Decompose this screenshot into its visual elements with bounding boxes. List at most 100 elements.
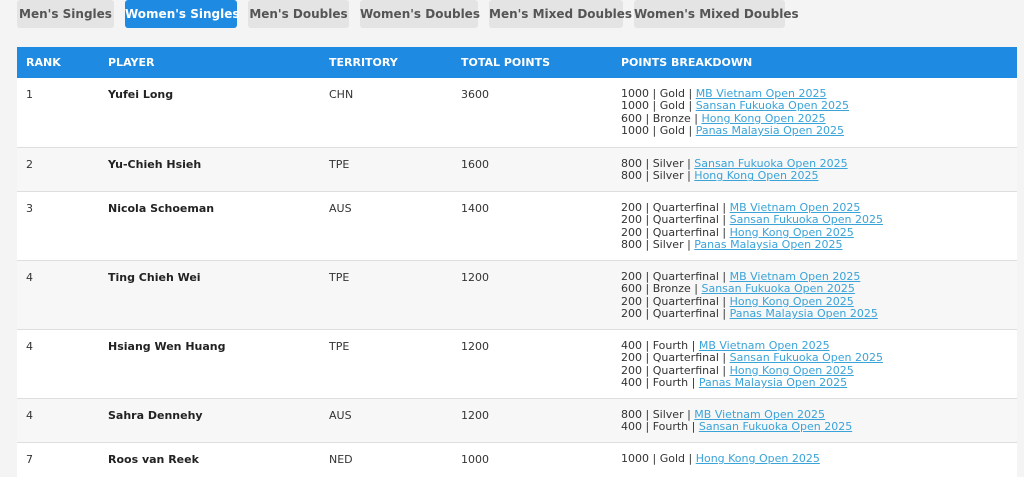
breakdown-result: 200 | Quarterfinal |	[621, 270, 730, 283]
territory-cell: AUS	[329, 202, 352, 215]
points-breakdown-cell: 1000 | Gold | MB Vietnam Open 2025 1000 |…	[621, 87, 849, 137]
tournament-link[interactable]: MB Vietnam Open 2025	[730, 201, 861, 214]
breakdown-result: 600 | Bronze |	[621, 282, 702, 296]
rank-cell: 7	[26, 453, 33, 466]
breakdown-result: 800 | Silver |	[621, 169, 695, 183]
breakdown-result: 1000 | Gold |	[621, 452, 696, 465]
breakdown-result: 200 | Quarterfinal |	[621, 213, 730, 227]
table-header: RANK PLAYER TERRITORY TOTAL POINTS POINT…	[17, 47, 1017, 78]
breakdown-result: 200 | Quarterfinal |	[621, 306, 730, 320]
total-points-cell: 1200	[461, 409, 489, 422]
table-row: 1 Yufei Long CHN 3600 1000 | Gold | MB Vietn…	[17, 78, 1017, 148]
table-row: 7 Roos van Reek NED 1000 1000 | Gold | Hong …	[17, 443, 1017, 477]
tab-mens-singles[interactable]: Men's Singles	[17, 0, 114, 28]
tab-mens-doubles[interactable]: Men's Doubles	[248, 0, 349, 28]
points-breakdown-cell: 1000 | Gold | Hong Kong Open 2025	[621, 452, 820, 465]
breakdown-result: 1000 | Gold |	[621, 87, 696, 100]
rank-cell: 4	[26, 340, 33, 353]
rank-cell: 2	[26, 158, 33, 171]
tab-womens-singles[interactable]: Women's Singles	[125, 0, 240, 28]
rank-cell: 4	[26, 409, 33, 422]
table-row: 4 Ting Chieh Wei TPE 1200 200 | Quarterfinal…	[17, 261, 1017, 330]
breakdown-result: 400 | Fourth |	[621, 420, 699, 434]
points-breakdown-cell: 800 | Silver | MB Vietnam Open 2025 400 |…	[621, 408, 852, 434]
player-name: Roos van Reek	[108, 453, 199, 466]
tournament-link[interactable]: Panas Malaysia Open 2025	[699, 376, 847, 389]
rank-cell: 4	[26, 271, 33, 284]
tournament-link[interactable]: MB Vietnam Open 2025	[696, 87, 827, 100]
tournament-link[interactable]: Panas Malaysia Open 2025	[696, 124, 844, 137]
tournament-link[interactable]: Hong Kong Open 2025	[730, 364, 854, 377]
breakdown-result: 200 | Quarterfinal |	[621, 201, 730, 214]
territory-cell: TPE	[329, 158, 350, 171]
tournament-link[interactable]: Panas Malaysia Open 2025	[730, 307, 878, 320]
breakdown-entry: 1000 | Gold | Hong Kong Open 2025	[621, 452, 820, 465]
breakdown-result: 400 | Fourth |	[621, 375, 699, 389]
tournament-link[interactable]: MB Vietnam Open 2025	[730, 270, 861, 283]
tournament-link[interactable]: Panas Malaysia Open 2025	[694, 238, 842, 251]
tournament-link[interactable]: Hong Kong Open 2025	[694, 169, 818, 182]
tournament-link[interactable]: Sansan Fukuoka Open 2025	[694, 157, 847, 170]
tournament-link[interactable]: Hong Kong Open 2025	[730, 226, 854, 239]
breakdown-entry: 400 | Fourth | Panas Malaysia Open 2025	[621, 375, 883, 389]
breakdown-result: 800 | Silver |	[621, 408, 695, 421]
player-name: Yu-Chieh Hsieh	[108, 158, 202, 171]
tournament-link[interactable]: MB Vietnam Open 2025	[694, 408, 825, 421]
player-name: Hsiang Wen Huang	[108, 340, 226, 353]
tournament-link[interactable]: MB Vietnam Open 2025	[699, 339, 830, 352]
total-points-cell: 1200	[461, 271, 489, 284]
tournament-link[interactable]: Sansan Fukuoka Open 2025	[699, 420, 852, 433]
player-name: Nicola Schoeman	[108, 202, 215, 215]
total-points-cell: 1400	[461, 202, 489, 215]
points-breakdown-cell: 800 | Silver | Sansan Fukuoka Open 2025 8…	[621, 157, 848, 183]
tab-mens-mixed-doubles[interactable]: Men's Mixed Doubles	[489, 0, 632, 28]
header-total-points: TOTAL POINTS	[461, 56, 550, 69]
rank-cell: 1	[26, 88, 33, 101]
points-breakdown-cell: 200 | Quarterfinal | MB Vietnam Open 202…	[621, 270, 878, 320]
rankings-table: RANK PLAYER TERRITORY TOTAL POINTS POINT…	[17, 47, 1017, 477]
tab-womens-doubles[interactable]: Women's Doubles	[360, 0, 480, 28]
tournament-link[interactable]: Hong Kong Open 2025	[696, 452, 820, 465]
table-row: 4 Hsiang Wen Huang TPE 1200 400 | Fourth | M…	[17, 330, 1017, 399]
player-name: Yufei Long	[108, 88, 174, 101]
total-points-cell: 3600	[461, 88, 489, 101]
table-row: 3 Nicola Schoeman AUS 1400 200 | Quarterfina…	[17, 192, 1017, 261]
table-row: 4 Sahra Dennehy AUS 1200 800 | Silver | MB V…	[17, 399, 1017, 443]
breakdown-result: 600 | Bronze |	[621, 111, 702, 125]
territory-cell: AUS	[329, 409, 352, 422]
breakdown-result: 200 | Quarterfinal |	[621, 363, 730, 377]
tab-womens-mixed-doubles[interactable]: Women's Mixed Doubles	[634, 0, 799, 28]
header-territory: TERRITORY	[329, 56, 398, 69]
table-body: 1 Yufei Long CHN 3600 1000 | Gold | MB Vietn…	[17, 78, 1017, 477]
breakdown-result: 200 | Quarterfinal |	[621, 225, 730, 239]
player-name: Ting Chieh Wei	[108, 271, 201, 284]
tournament-link[interactable]: Sansan Fukuoka Open 2025	[730, 213, 883, 226]
territory-cell: TPE	[329, 340, 350, 353]
breakdown-result: 1000 | Gold |	[621, 123, 696, 137]
tournament-link[interactable]: Sansan Fukuoka Open 2025	[730, 351, 883, 364]
total-points-cell: 1600	[461, 158, 489, 171]
breakdown-entry: 800 | Silver | Panas Malaysia Open 2025	[621, 237, 883, 251]
breakdown-result: 1000 | Gold |	[621, 99, 696, 113]
total-points-cell: 1200	[461, 340, 489, 353]
header-points-breakdown: POINTS BREAKDOWN	[621, 56, 753, 69]
player-name: Sahra Dennehy	[108, 409, 203, 422]
breakdown-entry: 400 | Fourth | Sansan Fukuoka Open 2025	[621, 421, 852, 433]
header-rank: RANK	[26, 56, 61, 69]
total-points-cell: 1000	[461, 453, 489, 466]
breakdown-result: 800 | Silver |	[621, 157, 695, 170]
header-player: PLAYER	[108, 56, 155, 69]
breakdown-entry: 1000 | Gold | Panas Malaysia Open 2025	[621, 123, 849, 137]
territory-cell: TPE	[329, 271, 350, 284]
breakdown-result: 800 | Silver |	[621, 237, 695, 251]
breakdown-entry: 200 | Quarterfinal | Panas Malaysia Open…	[621, 306, 878, 320]
tournament-link[interactable]: Sansan Fukuoka Open 2025	[701, 282, 854, 295]
category-tabs: Men's Singles Women's Singles Men's Doub…	[0, 0, 1024, 30]
tournament-link[interactable]: Sansan Fukuoka Open 2025	[696, 99, 849, 112]
territory-cell: CHN	[329, 88, 354, 101]
breakdown-entry: 800 | Silver | Hong Kong Open 2025	[621, 170, 848, 182]
rank-cell: 3	[26, 202, 33, 215]
points-breakdown-cell: 200 | Quarterfinal | MB Vietnam Open 202…	[621, 201, 883, 251]
tournament-link[interactable]: Hong Kong Open 2025	[701, 112, 825, 125]
tournament-link[interactable]: Hong Kong Open 2025	[730, 295, 854, 308]
